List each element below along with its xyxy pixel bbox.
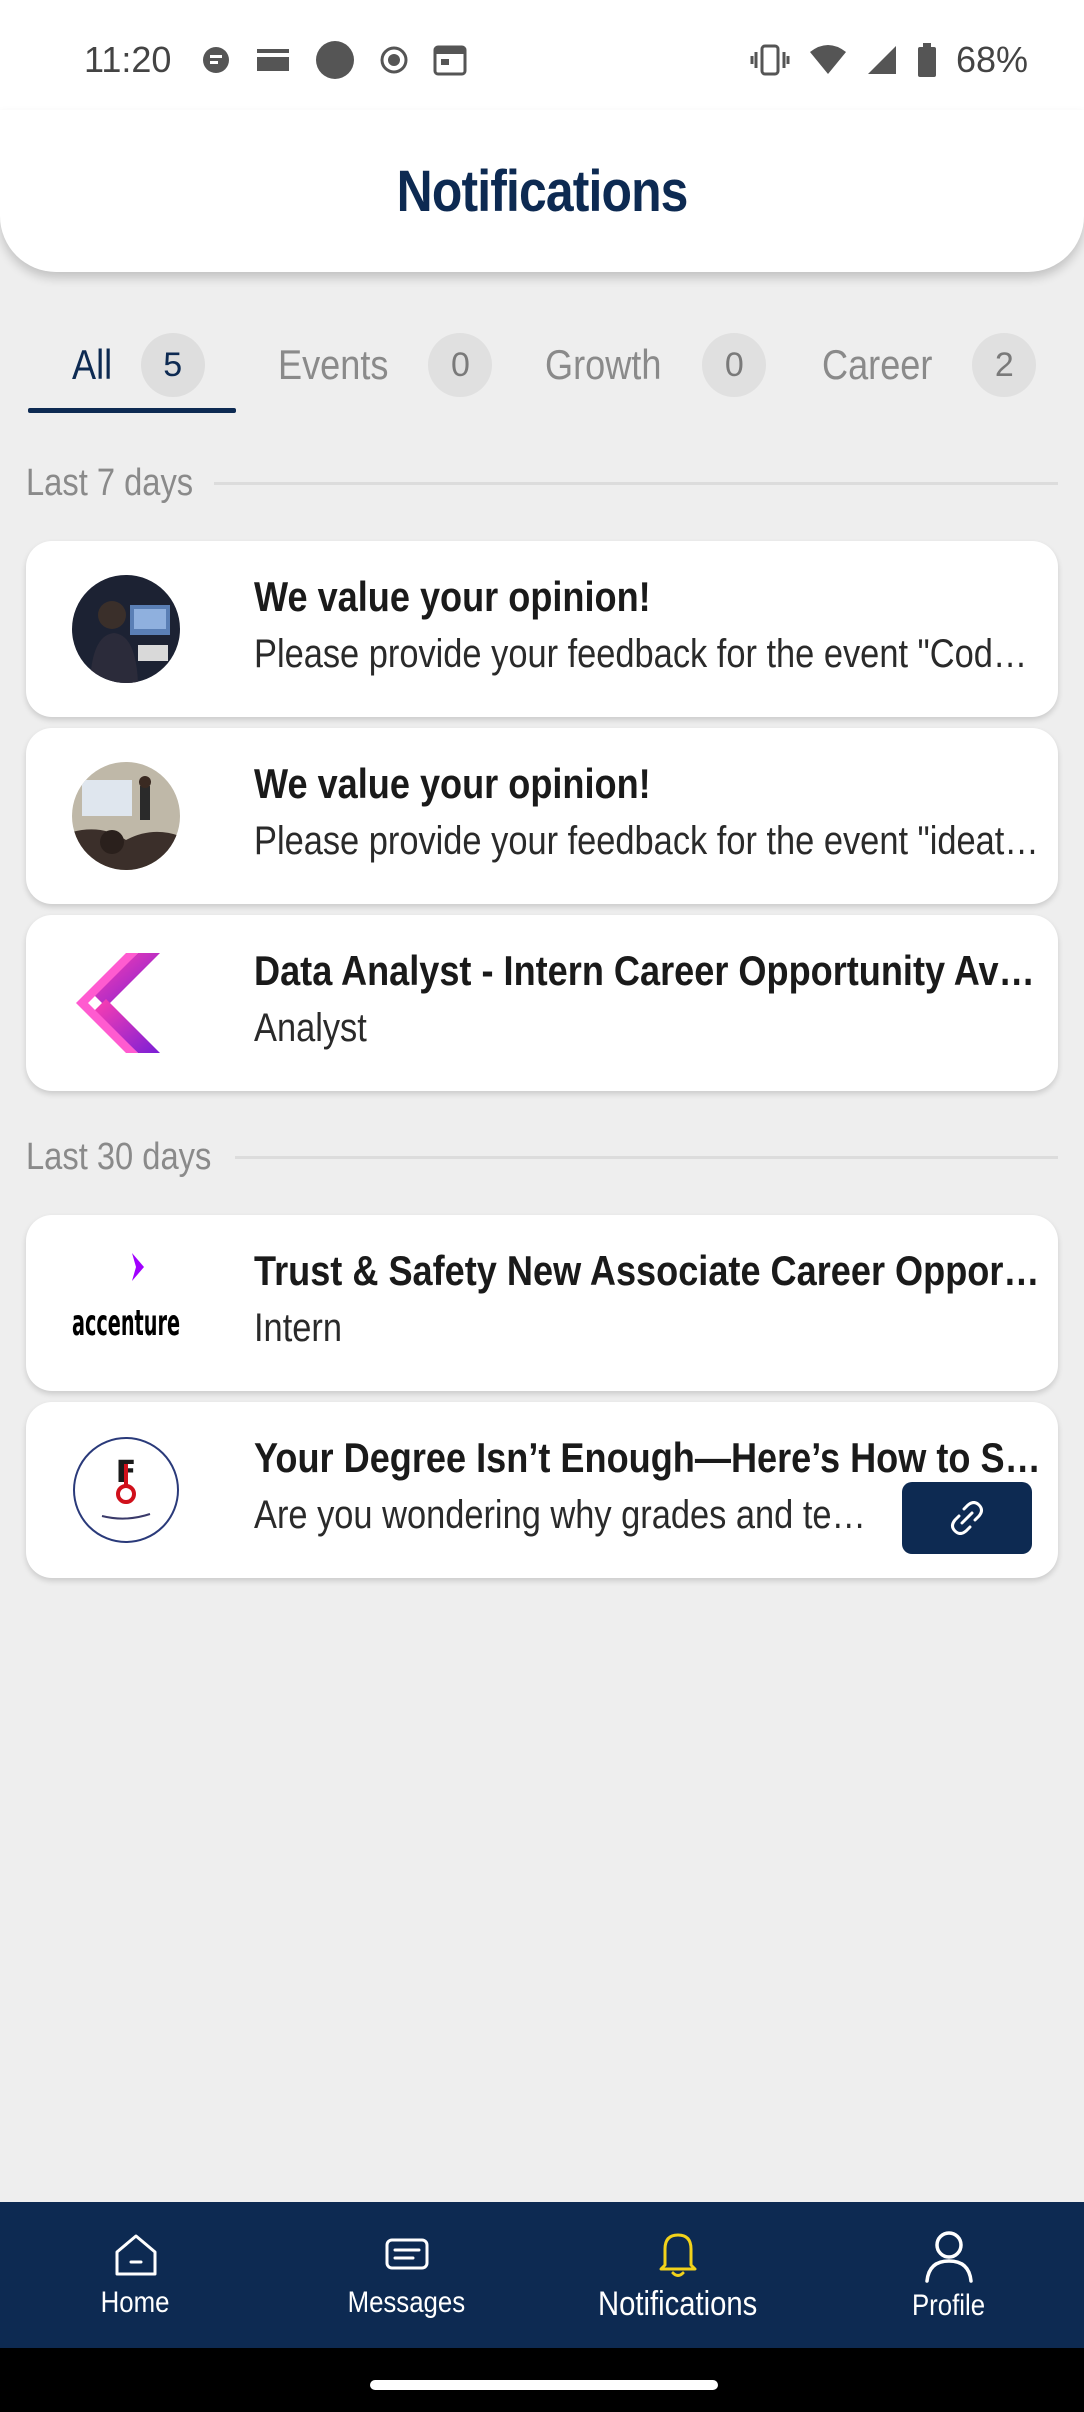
notification-subtitle: Intern [254,1306,342,1350]
bell-icon [659,2233,696,2277]
tab-count-badge: 2 [972,333,1037,397]
home-icon [115,2234,156,2276]
section-divider [214,482,1058,485]
vibrate-icon [750,43,790,77]
signal-icon [866,44,898,76]
notification-card[interactable]: F Your Degree Isn’t Enough—Here’s How to… [26,1402,1058,1578]
profile-icon [924,2231,973,2283]
filter-tabs: All 5 Events 0 Growth 0 Career 2 [0,310,1084,420]
sunnxt-icon [255,45,291,75]
tab-label: Growth [545,341,662,388]
status-bar: 11:20 68% [0,0,1084,120]
tab-label: All [72,341,113,388]
broken-link-icon [951,1501,983,1535]
event-photo-avatar [72,762,180,870]
circle-app-icon [315,40,355,80]
notification-card[interactable]: Data Analyst - Intern Career Opportunity… [26,915,1058,1091]
notification-text: Data Analyst - Intern Career Opportunity… [254,943,1046,1057]
tab-count-badge: 0 [428,333,493,397]
calendar-icon [433,44,467,76]
nav-label: Home [101,2286,170,2319]
notification-text: Trust & Safety New Associate Career Oppo… [254,1243,1046,1357]
company-logo-icon: accenture [72,1249,180,1357]
record-icon [379,45,409,75]
wifi-icon [808,44,848,76]
battery-percent: 68% [955,39,1028,80]
section-label: Last 7 days [26,462,194,504]
notification-subtitle: Analyst [254,1006,367,1050]
nav-messages[interactable]: Messages [271,2202,542,2348]
battery-icon [916,42,938,78]
event-photo-avatar [72,575,180,683]
notification-title: We value your opinion! [254,573,651,620]
active-tab-indicator [28,408,236,413]
nav-label: Notifications [597,2284,758,2323]
open-link-button[interactable] [902,1482,1032,1554]
tab-career[interactable]: Career 2 [822,310,1037,420]
home-gesture-handle[interactable] [370,2380,718,2390]
notification-title: Data Analyst - Intern Career Opportunity… [254,947,1046,994]
chat-notification-icon [201,45,231,75]
accenture-logo-text: accenture [72,1303,180,1344]
tab-label: Career [822,341,933,388]
page-title: Notifications [396,158,689,224]
notification-text: We value your opinion! Please provide yo… [254,569,1045,683]
bottom-navigation: Home Messages Notifications Profile [0,2202,1084,2348]
tab-label: Events [278,341,389,388]
status-notification-icons [201,40,467,80]
notification-subtitle: Are you wondering why grades and technic… [254,1493,873,1537]
tab-events[interactable]: Events 0 [278,310,493,420]
tab-growth[interactable]: Growth 0 [545,310,767,420]
notification-title: Trust & Safety New Associate Career Oppo… [254,1247,1046,1294]
notification-card[interactable]: We value your opinion! Please provide yo… [26,541,1058,717]
app-header: Notifications [0,110,1084,272]
nav-home[interactable]: Home [0,2202,271,2348]
messages-icon [385,2238,428,2270]
status-time: 11:20 [84,39,172,80]
nav-notifications[interactable]: Notifications [542,2202,813,2348]
status-system-icons: 68% [750,39,1028,81]
notification-text: We value your opinion! Please provide yo… [254,756,1046,870]
notification-subtitle: Please provide your feedback for the eve… [254,632,1045,676]
notification-title: Your Degree Isn’t Enough—Here’s How to S… [254,1434,1045,1481]
nav-profile[interactable]: Profile [813,2202,1084,2348]
tab-all[interactable]: All 5 [72,310,205,420]
tab-count-badge: 5 [140,333,205,397]
notification-card[interactable]: accenture Trust & Safety New Associate C… [26,1215,1058,1391]
notification-card[interactable]: We value your opinion! Please provide yo… [26,728,1058,904]
section-divider [235,1156,1058,1159]
section-label: Last 30 days [26,1136,212,1178]
company-logo-icon [72,949,180,1057]
nav-label: Profile [911,2289,986,2322]
blog-logo-icon: F [72,1436,180,1544]
notification-subtitle: Please provide your feedback for the eve… [254,819,1046,863]
section-heading-last-30-days: Last 30 days [26,1136,1058,1179]
tab-count-badge: 0 [702,333,767,397]
nav-label: Messages [347,2286,466,2319]
notification-title: We value your opinion! [254,760,651,807]
section-heading-last-7-days: Last 7 days [26,462,1058,505]
